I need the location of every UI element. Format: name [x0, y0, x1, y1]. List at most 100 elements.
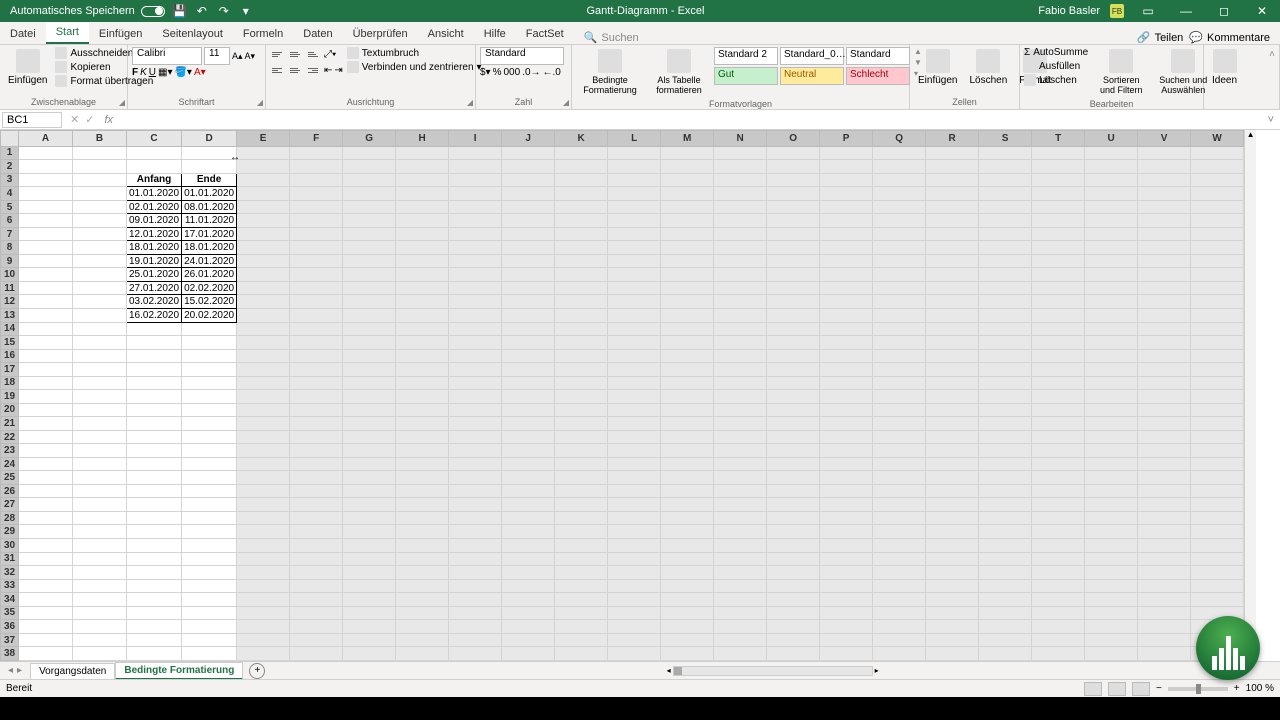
cell-S10[interactable] [979, 268, 1032, 282]
cell-W27[interactable] [1191, 498, 1244, 512]
cell-F31[interactable] [290, 552, 343, 566]
cell-N6[interactable] [714, 214, 767, 228]
cell-C12[interactable]: 03.02.2020 [127, 295, 182, 309]
cell-U35[interactable] [1085, 606, 1138, 620]
cell-K4[interactable] [555, 187, 608, 201]
cell-J23[interactable] [502, 444, 555, 458]
cell-S13[interactable] [979, 308, 1032, 322]
cell-G37[interactable] [343, 633, 396, 647]
cell-R2[interactable] [926, 160, 979, 174]
cell-M33[interactable] [661, 579, 714, 593]
cell-A5[interactable] [19, 200, 73, 214]
number-launcher[interactable]: ◢ [563, 98, 569, 107]
cell-J32[interactable] [502, 566, 555, 580]
cell-M7[interactable] [661, 227, 714, 241]
cell-J36[interactable] [502, 620, 555, 634]
cell-D33[interactable] [182, 579, 237, 593]
bold-button[interactable]: F [132, 67, 138, 78]
cell-P3[interactable] [820, 173, 873, 187]
cell-I5[interactable] [449, 200, 502, 214]
cell-I4[interactable] [449, 187, 502, 201]
accounting-format-button[interactable]: $▾ [480, 67, 491, 78]
cell-N19[interactable] [714, 390, 767, 404]
cell-G35[interactable] [343, 606, 396, 620]
cell-A28[interactable] [19, 511, 73, 525]
cell-P11[interactable] [820, 281, 873, 295]
cell-O16[interactable] [767, 349, 820, 363]
cell-K27[interactable] [555, 498, 608, 512]
cell-H8[interactable] [396, 241, 449, 255]
cell-T26[interactable] [1032, 484, 1085, 498]
cell-D31[interactable] [182, 552, 237, 566]
cell-S19[interactable] [979, 390, 1032, 404]
cell-F25[interactable] [290, 471, 343, 485]
cell-G13[interactable] [343, 308, 396, 322]
cell-N16[interactable] [714, 349, 767, 363]
cell-E18[interactable] [237, 376, 290, 390]
cell-Q8[interactable] [873, 241, 926, 255]
cell-N30[interactable] [714, 539, 767, 553]
cell-B37[interactable] [73, 633, 127, 647]
cell-W30[interactable] [1191, 539, 1244, 553]
cell-F2[interactable] [290, 160, 343, 174]
cell-L32[interactable] [608, 566, 661, 580]
cell-M37[interactable] [661, 633, 714, 647]
hscroll-right[interactable]: ▸ [873, 666, 881, 675]
cell-E34[interactable] [237, 593, 290, 607]
align-top-button[interactable] [270, 47, 286, 61]
cell-H20[interactable] [396, 403, 449, 417]
cell-K15[interactable] [555, 336, 608, 350]
delete-cells-button[interactable]: Löschen [965, 47, 1011, 88]
cell-K32[interactable] [555, 566, 608, 580]
cell-S7[interactable] [979, 227, 1032, 241]
cell-I14[interactable] [449, 322, 502, 336]
cell-D15[interactable] [182, 336, 237, 350]
cell-T30[interactable] [1032, 539, 1085, 553]
cell-G16[interactable] [343, 349, 396, 363]
cell-A17[interactable] [19, 363, 73, 377]
cell-E28[interactable] [237, 511, 290, 525]
conditional-format-button[interactable]: Bedingte Formatierung [576, 47, 644, 97]
cell-M31[interactable] [661, 552, 714, 566]
cell-A31[interactable] [19, 552, 73, 566]
row-header-35[interactable]: 35 [1, 606, 19, 620]
cell-O19[interactable] [767, 390, 820, 404]
cell-A10[interactable] [19, 268, 73, 282]
cell-L17[interactable] [608, 363, 661, 377]
cell-P25[interactable] [820, 471, 873, 485]
cell-V37[interactable] [1138, 633, 1191, 647]
row-header-5[interactable]: 5 [1, 200, 19, 214]
cell-E7[interactable] [237, 227, 290, 241]
col-header-N[interactable]: N [714, 131, 767, 147]
cell-N9[interactable] [714, 254, 767, 268]
cell-U9[interactable] [1085, 254, 1138, 268]
cell-H1[interactable] [396, 146, 449, 160]
cell-J2[interactable] [502, 160, 555, 174]
cell-J10[interactable] [502, 268, 555, 282]
cell-R13[interactable] [926, 308, 979, 322]
cell-P7[interactable] [820, 227, 873, 241]
cell-T22[interactable] [1032, 430, 1085, 444]
cell-Q27[interactable] [873, 498, 926, 512]
cell-O35[interactable] [767, 606, 820, 620]
row-header-1[interactable]: 1 [1, 146, 19, 160]
cell-C8[interactable]: 18.01.2020 [127, 241, 182, 255]
cell-E14[interactable] [237, 322, 290, 336]
cell-S33[interactable] [979, 579, 1032, 593]
cell-M6[interactable] [661, 214, 714, 228]
cell-D16[interactable] [182, 349, 237, 363]
col-header-G[interactable]: G [343, 131, 396, 147]
cell-G12[interactable] [343, 295, 396, 309]
cell-V32[interactable] [1138, 566, 1191, 580]
col-header-D[interactable]: D [182, 131, 237, 147]
cell-B34[interactable] [73, 593, 127, 607]
indent-increase-button[interactable]: ⇥ [334, 65, 342, 76]
cell-Q1[interactable] [873, 146, 926, 160]
cell-W10[interactable] [1191, 268, 1244, 282]
cell-B8[interactable] [73, 241, 127, 255]
cell-A22[interactable] [19, 430, 73, 444]
cell-I26[interactable] [449, 484, 502, 498]
cell-P29[interactable] [820, 525, 873, 539]
row-header-9[interactable]: 9 [1, 254, 19, 268]
cell-I10[interactable] [449, 268, 502, 282]
